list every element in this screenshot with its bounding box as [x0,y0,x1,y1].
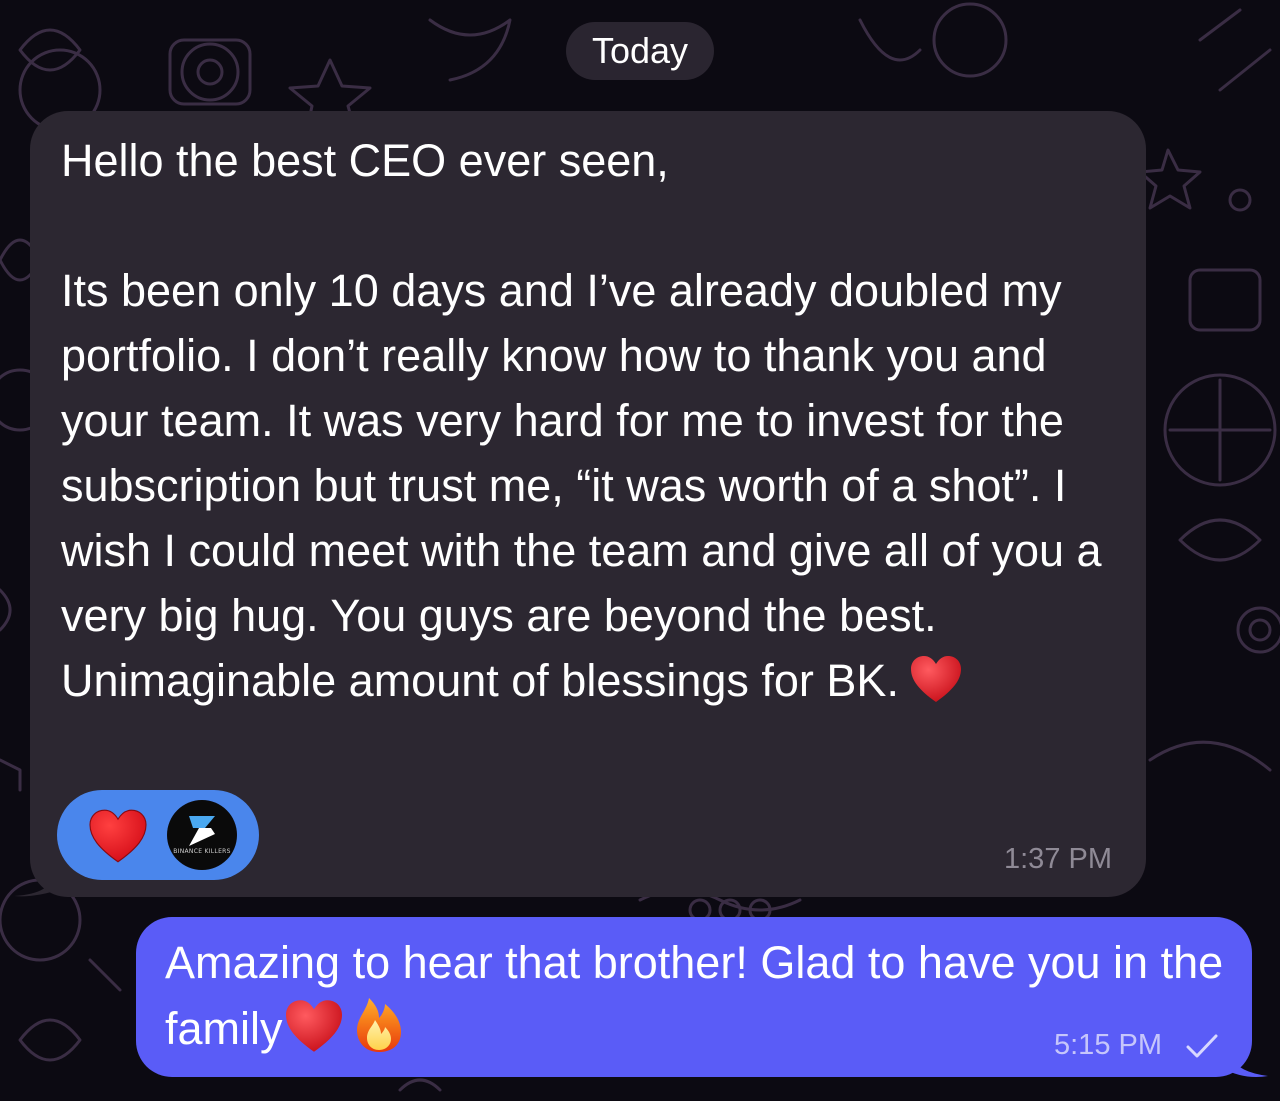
incoming-message-bubble[interactable]: Hello the best CEO ever seen, Its been o… [30,111,1146,897]
avatar-caption: BINANCE KILLERS [173,848,231,855]
incoming-message-body: Hello the best CEO ever seen, Its been o… [61,135,1102,706]
incoming-timestamp: 1:37 PM [1004,843,1112,875]
red-heart-icon[interactable] [87,808,149,864]
incoming-message-text: Hello the best CEO ever seen, Its been o… [61,128,1131,721]
red-heart-emoji-icon [283,998,345,1070]
fire-emoji-icon [355,994,403,1070]
reactions-pill[interactable]: BINANCE KILLERS [57,790,259,880]
outgoing-timestamp: 5:15 PM [1054,1029,1162,1061]
reactor-avatar[interactable]: BINANCE KILLERS [167,800,237,870]
red-heart-emoji-icon [909,654,963,721]
lightning-logo-icon [189,816,215,846]
outgoing-message-bubble[interactable]: Amazing to hear that brother! Glad to ha… [136,917,1252,1077]
date-separator: Today [566,22,714,80]
single-check-icon [1186,1034,1218,1058]
